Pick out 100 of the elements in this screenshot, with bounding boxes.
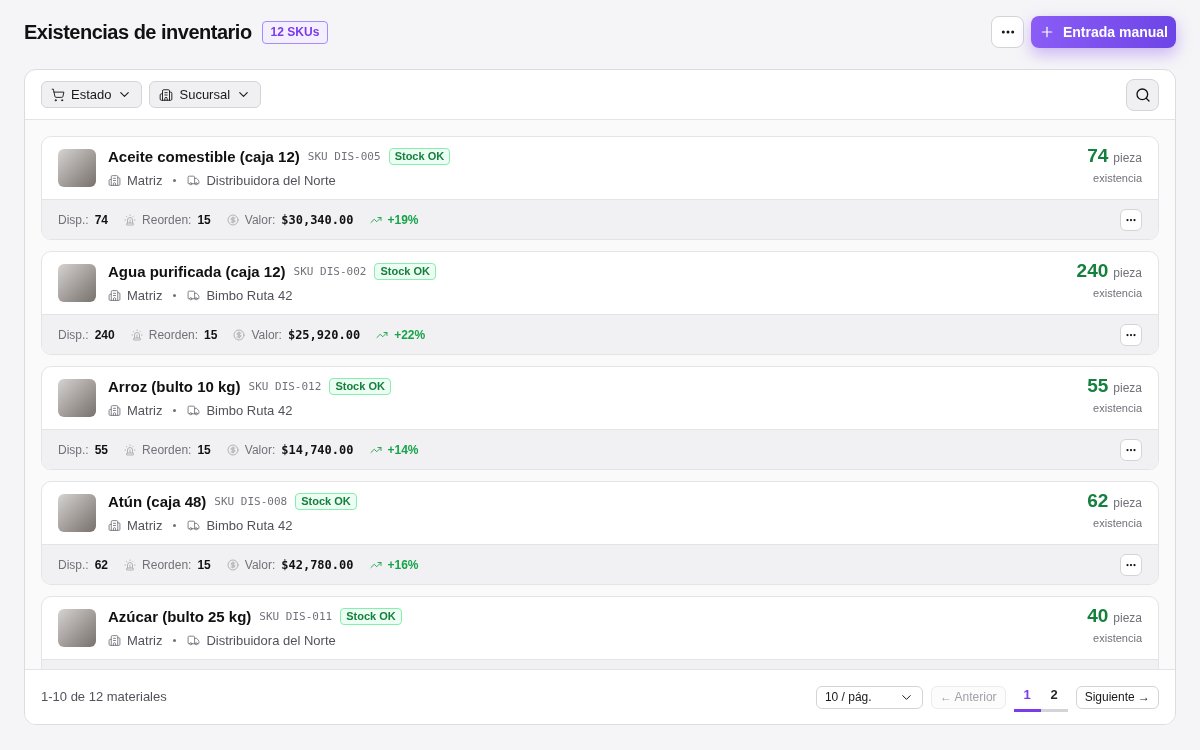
filter-dropdown[interactable]: Estado (41, 81, 143, 108)
count-badge: 12 SKUs (261, 20, 329, 44)
next-button[interactable]: Siguiente → (1075, 685, 1159, 709)
row-more-button[interactable] (1120, 323, 1142, 346)
row-more-button[interactable] (1120, 438, 1142, 461)
page-tab[interactable]: 1 (1013, 682, 1041, 712)
reorder-value: 15 (197, 556, 211, 574)
trend-value: +19% (387, 211, 419, 229)
search-icon (1134, 86, 1151, 103)
item-sku: SKU DIS-011 (259, 608, 333, 625)
item-name: Agua purificada (caja 12) (108, 261, 286, 282)
siren-icon (124, 213, 137, 226)
page-size-select[interactable]: 10 / pág. (815, 685, 923, 709)
page-title: Existencias de inventario (24, 20, 252, 45)
stock-quantity: 74 (1087, 145, 1109, 165)
item-name: Arroz (bulto 10 kg) (108, 376, 241, 397)
building-icon (108, 634, 121, 648)
item-name: Aceite comestible (caja 12) (108, 146, 300, 167)
truck-icon (187, 289, 201, 303)
photo-placeholder (58, 494, 96, 532)
item-sku: SKU DIS-008 (214, 493, 288, 510)
stock-label: existencia (1093, 400, 1142, 416)
available-value: 240 (94, 326, 115, 344)
supplier-name: Bimbo Ruta 42 (206, 402, 293, 420)
photo-placeholder (58, 264, 96, 302)
manual-entry-button[interactable]: Entrada manual (1031, 16, 1176, 48)
truck-icon (187, 519, 201, 533)
photo-placeholder (58, 609, 96, 647)
results-summary: 1-10 de 12 materiales (41, 688, 167, 707)
status-badge: Stock OK (388, 148, 451, 166)
reorder-label: Reorden: (142, 441, 192, 459)
available-label: Disp.: (58, 556, 89, 574)
page-tab[interactable]: 2 (1040, 682, 1068, 712)
reorder-label: Reorden: (148, 326, 199, 344)
dollar-icon (226, 558, 239, 571)
stock-label: existencia (1093, 630, 1142, 646)
available-label: Disp.: (58, 441, 89, 459)
stock-unit: pieza (1113, 494, 1142, 512)
dollar-icon (233, 328, 246, 341)
item-sku: SKU DIS-002 (293, 263, 367, 280)
item-name: Atún (caja 48) (108, 491, 207, 512)
building-icon (108, 404, 121, 418)
stock-unit: pieza (1113, 264, 1142, 282)
stock-unit: pieza (1113, 149, 1142, 167)
building-icon (108, 289, 121, 303)
branch-name: Matriz (127, 632, 163, 650)
trend-value: +22% (394, 326, 426, 344)
cart-icon (51, 87, 65, 102)
row-more-button[interactable] (1120, 208, 1142, 231)
dollar-icon (226, 213, 239, 226)
available-label: Disp.: (58, 326, 89, 344)
stock-unit: pieza (1113, 379, 1142, 397)
siren-icon (124, 443, 137, 456)
truck-icon (187, 404, 201, 418)
row-more-button[interactable] (1120, 553, 1142, 576)
supplier-name: Bimbo Ruta 42 (206, 287, 293, 305)
siren-icon (130, 328, 143, 341)
value-label: Valor: (244, 441, 276, 459)
branch-name: Matriz (127, 287, 163, 305)
truck-icon (187, 634, 201, 648)
status-badge: Stock OK (340, 608, 402, 626)
building-icon (108, 519, 121, 533)
more-button[interactable] (991, 16, 1024, 48)
status-badge: Stock OK (374, 263, 436, 281)
value-amount: $25,920.00 (287, 326, 361, 344)
value-label: Valor: (251, 326, 282, 344)
status-badge: Stock OK (329, 378, 391, 396)
stock-label: existencia (1093, 170, 1142, 186)
branch-name: Matriz (127, 172, 163, 190)
reorder-value: 15 (197, 211, 211, 229)
value-amount: $42,780.00 (281, 556, 354, 574)
stock-quantity: 55 (1087, 375, 1109, 395)
stock-quantity: 40 (1087, 605, 1109, 625)
supplier-name: Distribuidora del Norte (206, 632, 336, 650)
value-label: Valor: (244, 211, 276, 229)
siren-icon (124, 558, 137, 571)
photo-placeholder (58, 149, 96, 187)
truck-icon (187, 174, 201, 188)
branch-name: Matriz (127, 402, 163, 420)
value-amount: $14,740.00 (281, 441, 354, 459)
branch-name: Matriz (127, 517, 163, 535)
filter-dropdown[interactable]: Sucursal (149, 81, 262, 108)
search-button[interactable] (1126, 78, 1159, 111)
value-amount: $30,340.00 (281, 211, 354, 229)
available-label: Disp.: (58, 211, 89, 229)
plus-icon (1039, 24, 1055, 40)
available-value: 74 (94, 211, 109, 229)
item-sku: SKU DIS-012 (248, 378, 322, 395)
status-badge: Stock OK (295, 493, 357, 511)
stock-label: existencia (1093, 515, 1142, 531)
dollar-icon (226, 443, 239, 456)
stock-quantity: 62 (1087, 490, 1109, 510)
available-value: 55 (94, 441, 109, 459)
available-value: 62 (94, 556, 109, 574)
stock-quantity: 240 (1076, 260, 1109, 280)
item-sku: SKU DIS-005 (307, 148, 381, 165)
reorder-label: Reorden: (142, 211, 192, 229)
trend-value: +14% (387, 441, 419, 459)
stock-unit: pieza (1113, 609, 1142, 627)
stock-label: existencia (1093, 285, 1142, 301)
